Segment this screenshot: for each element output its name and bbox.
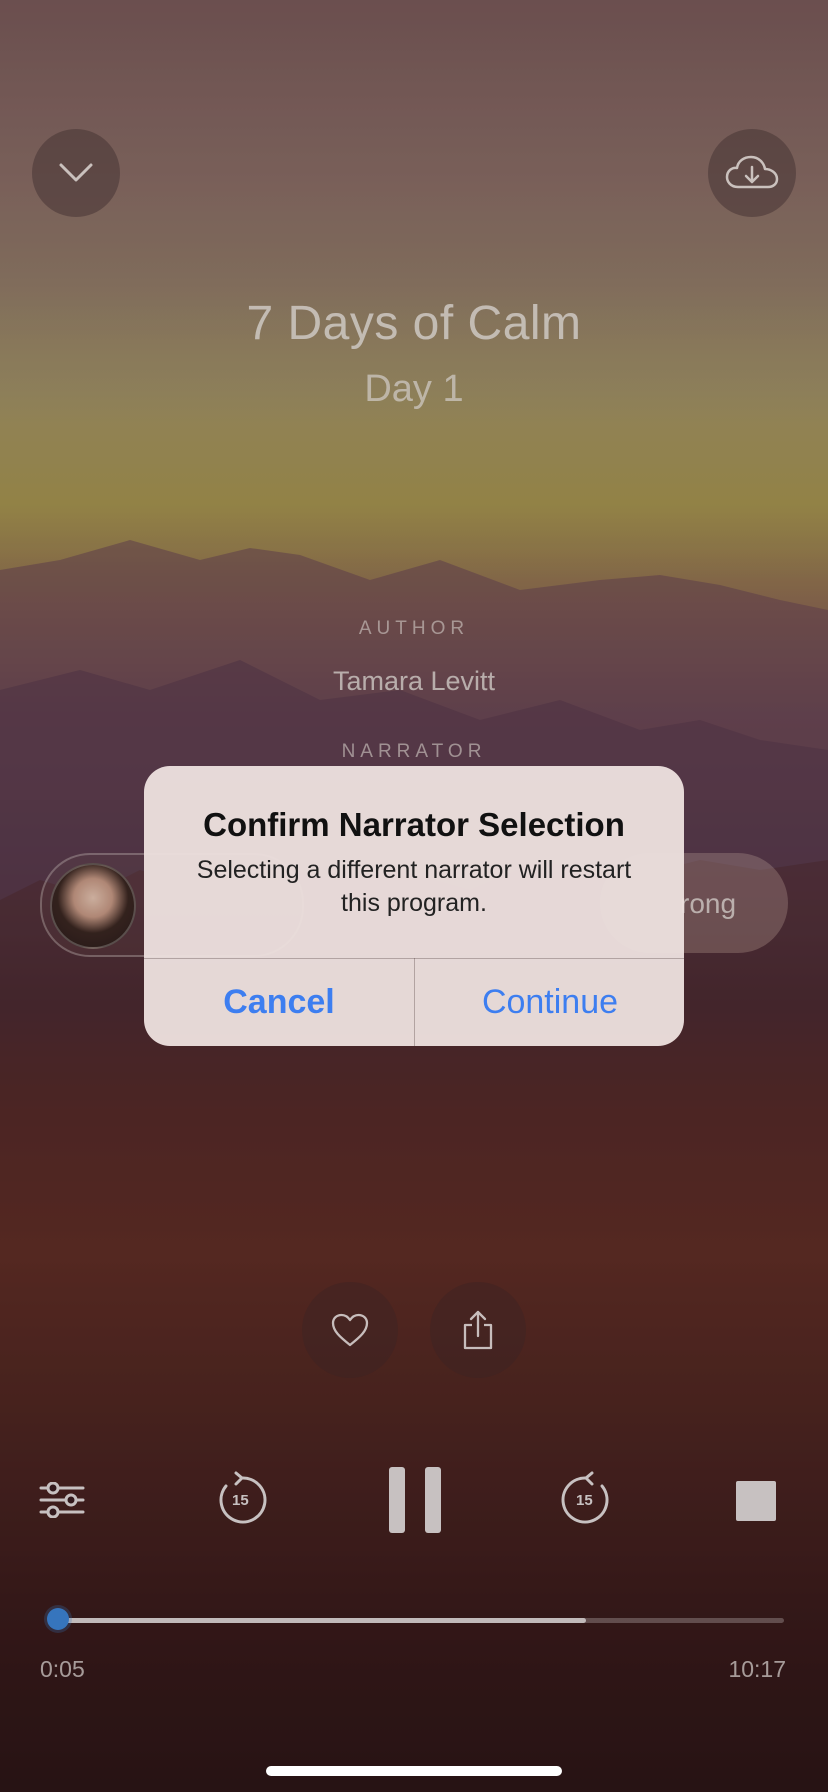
dialog-title: Confirm Narrator Selection (203, 806, 625, 843)
confirm-narrator-dialog: Confirm Narrator Selection Selecting a d… (144, 766, 684, 1046)
continue-button[interactable]: Continue (415, 959, 684, 1046)
dialog-message: Selecting a different narrator will rest… (196, 856, 632, 917)
home-indicator (266, 1766, 562, 1776)
cancel-button[interactable]: Cancel (144, 959, 414, 1046)
player-screen: 7 Days of Calm Day 1 AUTHOR Tamara Levit… (0, 0, 828, 1792)
